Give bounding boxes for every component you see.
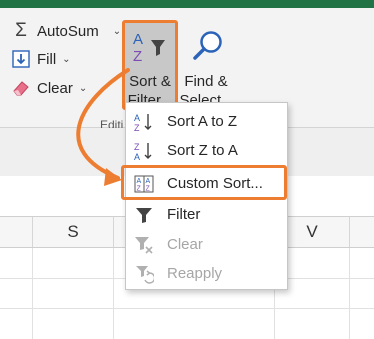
sort-z-to-a-icon: Z A (134, 141, 154, 161)
menu-item-filter[interactable]: Filter (126, 200, 287, 229)
custom-sort-highlight (121, 165, 287, 200)
menu-item-label: Clear (167, 236, 203, 253)
sort-a-to-z-icon: A Z (134, 112, 154, 132)
reapply-icon (134, 264, 154, 284)
menu-item-label: Sort A to Z (167, 113, 238, 130)
svg-text:Z: Z (134, 142, 140, 152)
menu-item-label: Sort Z to A (167, 142, 238, 159)
menu-item-reapply[interactable]: Reapply (126, 259, 287, 288)
svg-text:Z: Z (134, 123, 140, 132)
menu-item-clear[interactable]: Clear (126, 230, 287, 259)
menu-item-label: Reapply (167, 265, 223, 282)
menu-item-label: Filter (167, 206, 201, 223)
svg-text:A: A (134, 152, 140, 161)
menu-item-sort-z-to-a[interactable]: Z A Sort Z to A (126, 136, 287, 165)
svg-text:A: A (134, 113, 140, 123)
filter-icon (134, 205, 154, 225)
menu-item-sort-a-to-z[interactable]: A Z Sort A to Z (126, 107, 287, 136)
clear-filter-icon (134, 235, 154, 255)
